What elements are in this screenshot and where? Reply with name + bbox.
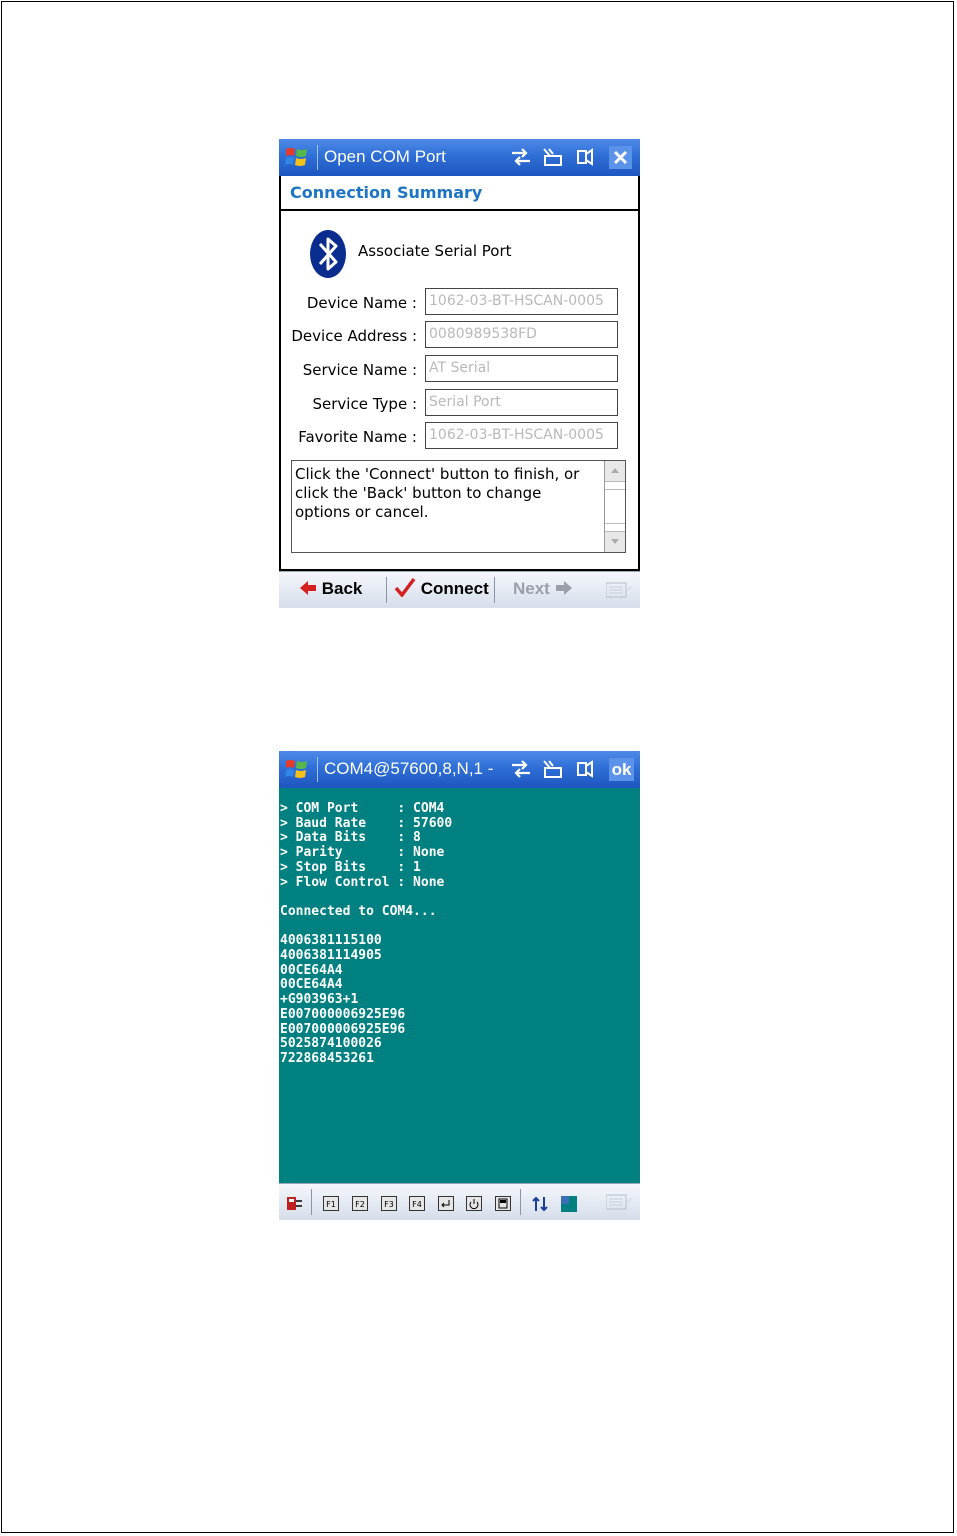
port-setting-line: > Parity : None [280, 845, 445, 861]
window-title: Open COM Port [324, 147, 446, 166]
toolbar-separator [311, 1189, 312, 1215]
bluetooth-icon [310, 230, 346, 278]
next-arrow-icon [555, 581, 572, 595]
device-address-label: Device Address : [291, 327, 417, 345]
ok-button[interactable]: ok [609, 758, 634, 781]
reading-line: 00CE64A4 [280, 962, 343, 978]
volume-icon[interactable] [573, 146, 597, 168]
f4-key-button[interactable]: F4 [409, 1196, 425, 1211]
reading-line: 5025874100026 [280, 1036, 382, 1052]
reading-line: 00CE64A4 [280, 977, 343, 993]
scanned-readings-list: 4006381115100 4006381114905 00CE64A4 00CE64… [280, 934, 452, 1066]
save-log-icon[interactable] [495, 1196, 511, 1211]
toolbar-separator [520, 1189, 521, 1215]
next-label: Next [513, 579, 550, 598]
device-name-field[interactable]: 1062-03-BT-HSCAN-0005 [425, 288, 618, 315]
checkmark-icon [394, 577, 416, 598]
menu-separator [494, 577, 495, 603]
device-name-label: Device Name : [306, 294, 417, 312]
windows-start-icon[interactable] [284, 145, 310, 169]
title-separator [317, 145, 318, 170]
reading-line: +G903963+1 [280, 992, 359, 1008]
f3-key-button[interactable]: F3 [381, 1196, 397, 1211]
window-title: COM4@57600,8,N,1 - [324, 759, 494, 778]
next-button[interactable]: Next [513, 572, 573, 608]
port-setting-line: > Flow Control : None [280, 874, 445, 890]
scrollbar[interactable] [604, 461, 625, 552]
connection-status: Connected to COM4... [280, 903, 437, 919]
volume-icon[interactable] [573, 758, 597, 780]
terminal-output: > COM Port : COM4 > Baud Rate : 57600 > Da… [280, 801, 453, 1067]
open-com-port-screen: Open COM Port Connection Summary Associa… [279, 139, 640, 608]
favorite-name-field[interactable]: 1062-03-BT-HSCAN-0005 [425, 422, 618, 449]
service-type-field[interactable]: Serial Port [425, 389, 618, 416]
port-setting-line: > COM Port : COM4 [280, 801, 445, 816]
connectivity-icon[interactable] [509, 758, 533, 780]
associate-serial-port-label: Associate Serial Port [358, 242, 512, 260]
device-address-field[interactable]: 0080989538FD [425, 321, 618, 348]
menu-separator [386, 577, 387, 603]
page-heading: Connection Summary [279, 176, 640, 211]
antenna-off-icon[interactable] [541, 758, 565, 780]
power-key-icon[interactable] [466, 1196, 482, 1211]
color-settings-icon[interactable] [560, 1195, 578, 1213]
keyboard-icon[interactable] [606, 1193, 632, 1211]
transfer-arrows-icon[interactable] [531, 1195, 549, 1213]
back-arrow-icon [300, 581, 316, 595]
service-type-label: Service Type : [312, 395, 417, 413]
service-name-label: Service Name : [302, 361, 417, 379]
bug-tool-icon[interactable] [284, 1195, 304, 1213]
service-name-field[interactable]: AT Serial [425, 355, 618, 382]
softkey-bar: Back Connect Next [279, 571, 640, 608]
scroll-thumb[interactable] [605, 489, 625, 524]
windows-start-icon[interactable] [284, 757, 310, 781]
reading-line: 4006381114905 [280, 948, 382, 963]
port-setting-line: > Baud Rate : 57600 [280, 815, 453, 831]
title-bar: Open COM Port [279, 139, 640, 176]
terminal-screen: COM4@57600,8,N,1 - ok > COM Port : COM4 >… [279, 751, 640, 1220]
antenna-off-icon[interactable] [541, 146, 565, 168]
connectivity-icon[interactable] [509, 146, 533, 168]
reading-line: E007000006925E96 [280, 1006, 406, 1022]
f1-key-button[interactable]: F1 [323, 1196, 339, 1211]
port-setting-line: > Data Bits : 8 [280, 830, 421, 846]
title-separator [317, 757, 318, 782]
close-button[interactable] [609, 146, 632, 169]
terminal-toolbar: F1 F2 F3 F4 [279, 1183, 640, 1220]
reading-line: 722868453261 [280, 1050, 374, 1066]
port-setting-line: > Stop Bits : 1 [280, 859, 421, 875]
port-settings-list: > COM Port : COM4 > Baud Rate : 57600 > Da… [280, 801, 453, 890]
f2-key-button[interactable]: F2 [352, 1196, 368, 1211]
connect-button[interactable]: Connect [394, 572, 489, 608]
back-label: Back [321, 579, 363, 598]
close-icon [613, 150, 628, 165]
reading-line: 4006381115100 [280, 933, 382, 949]
instructions-textbox[interactable]: Click the 'Connect' button to finish, or… [291, 460, 626, 553]
keyboard-icon[interactable] [606, 581, 632, 599]
scroll-up-arrow-icon[interactable] [605, 461, 625, 482]
enter-key-icon[interactable] [438, 1196, 454, 1211]
instructions-text: Click the 'Connect' button to finish, or… [295, 465, 580, 521]
title-bar: COM4@57600,8,N,1 - ok [279, 751, 640, 788]
scroll-down-arrow-icon[interactable] [605, 531, 625, 552]
connect-label: Connect [420, 579, 489, 598]
favorite-name-label: Favorite Name : [298, 428, 417, 446]
reading-line: E007000006925E96 [280, 1021, 406, 1037]
back-button[interactable]: Back [299, 572, 362, 608]
